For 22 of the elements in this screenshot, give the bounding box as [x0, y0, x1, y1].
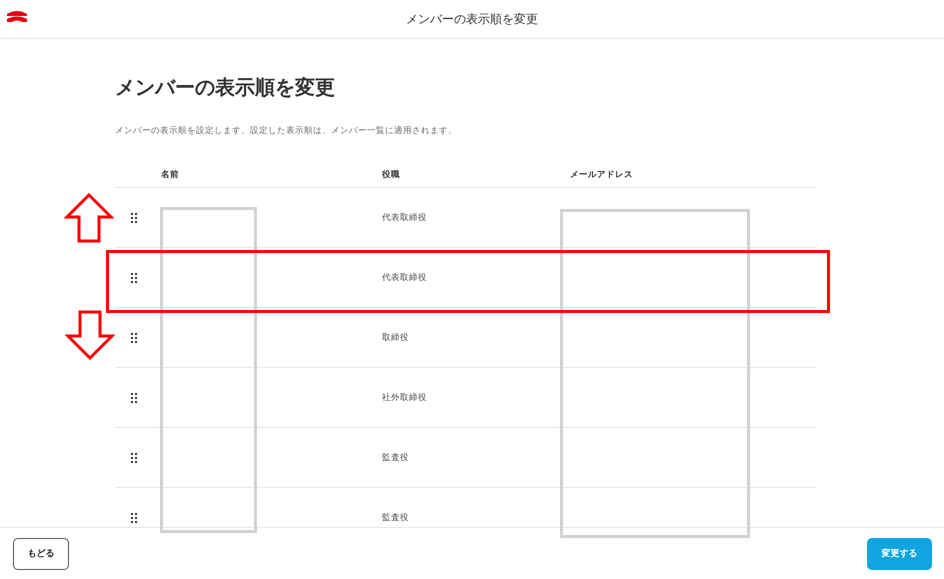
back-button[interactable]: もどる: [13, 538, 69, 570]
role-cell-text: 取締役: [382, 332, 410, 344]
drag-handle-icon[interactable]: [131, 332, 137, 342]
role-cell-text: 代表取締役: [382, 272, 428, 284]
drag-handle-icon[interactable]: [131, 512, 137, 522]
role-cell-text: 監査役: [382, 452, 410, 464]
column-header: 名前: [161, 169, 180, 181]
page-heading: メンバーの表示順を変更: [115, 74, 336, 101]
drag-handle-icon[interactable]: [131, 452, 137, 462]
role-cell-text: 社外取締役: [382, 392, 428, 404]
page-description: メンバーの表示順を設定します。設定した表示順は、メンバー一覧に適用されます。: [115, 125, 458, 137]
logo-icon: [7, 10, 27, 22]
column-header: 役職: [382, 169, 401, 181]
drag-handle-icon[interactable]: [131, 392, 137, 402]
drag-handle-icon[interactable]: [131, 272, 137, 282]
up-arrow-icon: [64, 193, 114, 243]
down-arrow-icon: [65, 310, 115, 360]
role-cell-text: 代表取締役: [382, 212, 428, 224]
role-cell-text: 監査役: [382, 512, 410, 524]
column-header: メールアドレス: [570, 169, 634, 181]
drag-handle-icon[interactable]: [131, 212, 137, 222]
window-title: メンバーの表示順を変更: [406, 10, 538, 28]
